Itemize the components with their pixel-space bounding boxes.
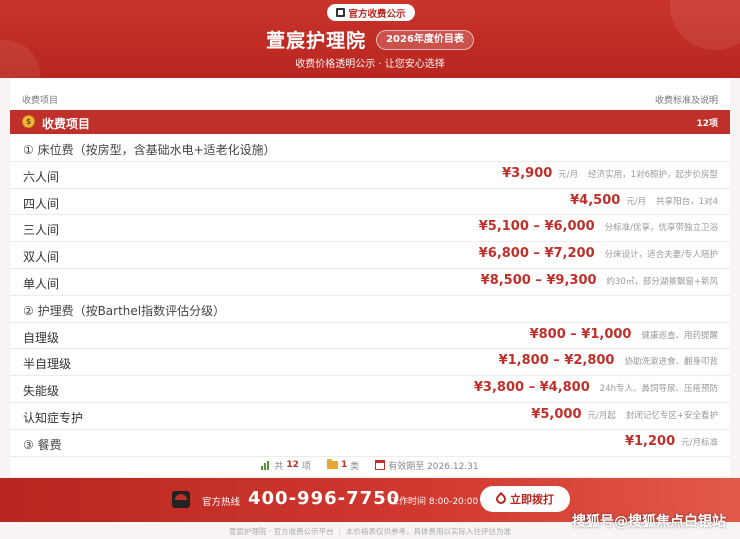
- row-pricing: ¥4,500 元/月 共享阳台，1对4: [570, 193, 718, 208]
- official-badge: 官方收费公示: [327, 4, 415, 21]
- row-price: ¥6,800 – ¥7,200: [478, 246, 595, 262]
- row-note: 协助洗漱进食、翻身叩背: [624, 357, 718, 368]
- row-price: ¥4,500: [570, 192, 621, 208]
- row-price: ¥8,500 – ¥9,300: [480, 272, 597, 288]
- price-table-card: 收费项目 收费标准及说明 $ 收费项目 12项 ① 床位费（按房型，含基础水电+…: [10, 78, 730, 476]
- column-header-item: 收费项目: [22, 96, 59, 106]
- summary-bar: 共 12 项 1 类 有效期至 2026.12.31: [10, 454, 730, 476]
- column-header: 收费项目 收费标准及说明: [10, 78, 730, 108]
- row-price: ¥800 – ¥1,000: [529, 326, 632, 342]
- row-name: 四人间: [23, 196, 60, 211]
- row-note: 共享阳台，1对4: [656, 196, 718, 207]
- section-count: 12项: [696, 119, 718, 129]
- row-price: ¥1,800 – ¥2,800: [498, 353, 615, 369]
- row-pricing: ¥1,200 元/月标准: [625, 434, 718, 449]
- watermark: 搜狐号@搜狐焦点白银站: [572, 514, 726, 530]
- page-header: 官方收费公示 萱宸护理院 2026年度价目表 收费价格透明公示 · 让您安心选择: [0, 0, 740, 78]
- row-price: ¥5,100 – ¥6,000: [478, 219, 595, 235]
- table-row: 半自理级 ¥1,800 – ¥2,800 协助洗漱进食、翻身叩背: [10, 349, 730, 377]
- summary-category: 1 类: [326, 459, 359, 472]
- row-pricing: ¥1,800 – ¥2,800 协助洗漱进食、翻身叩背: [499, 353, 718, 368]
- table-row: 单人间 ¥8,500 – ¥9,300 约30㎡，部分湖景飘窗+新风: [10, 269, 730, 296]
- official-badge-label: 官方收费公示: [348, 8, 406, 20]
- row-name: 认知症专护: [23, 410, 84, 425]
- row-name: 双人间: [23, 250, 60, 265]
- row-unit: 元/月: [626, 196, 647, 207]
- bar-chart-icon: [261, 460, 271, 470]
- row-price: ¥5,000: [531, 406, 582, 422]
- table-row: 双人间 ¥6,800 – ¥7,200 分床设计，适合夫妻/专人陪护: [10, 242, 730, 269]
- row-name: ② 护理费（按Barthel指数评估分级）: [23, 303, 226, 318]
- row-pricing: ¥6,800 – ¥7,200 分床设计，适合夫妻/专人陪护: [479, 246, 718, 261]
- row-pricing: ¥3,800 – ¥4,800 24h专人、鼻饲导尿、压疮预防: [474, 380, 718, 395]
- page-subtitle: 收费价格透明公示 · 让您安心选择: [295, 59, 445, 70]
- hotline-number[interactable]: 400-996-7750: [248, 488, 400, 509]
- category-row: ③ 餐费 ¥1,200 元/月标准: [10, 430, 730, 457]
- row-unit: 元/月起: [587, 410, 616, 421]
- table-row: 认知症专护 ¥5,000 元/月起 封闭记忆专区+安全看护: [10, 403, 730, 430]
- category-row: ① 床位费（按房型，含基础水电+适老化设施）: [10, 135, 730, 162]
- row-pricing: ¥8,500 – ¥9,300 约30㎡，部分湖景飘窗+新风: [481, 273, 718, 288]
- row-pricing: ¥3,900 元/月 经济实用，1对6照护，起步价房型: [502, 166, 718, 181]
- telephone-icon: [172, 491, 190, 508]
- folder-icon: [326, 459, 338, 469]
- money-bag-icon: $: [22, 115, 35, 128]
- section-label: 收费项目: [42, 117, 91, 131]
- category-row: ② 护理费（按Barthel指数评估分级）: [10, 296, 730, 323]
- table-row: 四人间 ¥4,500 元/月 共享阳台，1对4: [10, 189, 730, 216]
- column-header-standard: 收费标准及说明: [654, 96, 718, 106]
- section-bar: $ 收费项目 12项: [10, 110, 730, 134]
- row-name: ① 床位费（按房型，含基础水电+适老化设施）: [23, 143, 276, 157]
- row-note: 封闭记忆专区+安全看护: [625, 410, 718, 421]
- row-note: 分标准/优享，优享带独立卫浴: [604, 223, 718, 234]
- table-row: 三人间 ¥5,100 – ¥6,000 分标准/优享，优享带独立卫浴: [10, 215, 730, 243]
- row-pricing: ¥5,000 元/月起 封闭记忆专区+安全看护: [531, 407, 718, 422]
- row-price: ¥1,200: [624, 433, 676, 449]
- row-unit: 元/月标准: [681, 437, 718, 448]
- row-name: 三人间: [23, 223, 60, 238]
- summary-validity: 有效期至 2026.12.31: [375, 459, 479, 472]
- table-row: 失能级 ¥3,800 – ¥4,800 24h专人、鼻饲导尿、压疮预防: [10, 376, 730, 403]
- year-badge: 2026年度价目表: [376, 29, 474, 50]
- table-row: 自理级 ¥800 – ¥1,000 健康巡查、用药提醒: [10, 323, 730, 350]
- row-price: ¥3,800 – ¥4,800: [473, 380, 590, 396]
- row-pricing: ¥5,100 – ¥6,000 分标准/优享，优享带独立卫浴: [479, 219, 718, 234]
- row-price: ¥3,900: [502, 165, 553, 181]
- hotline-label: 官方热线: [202, 497, 241, 508]
- summary-total: 共 12 项: [261, 459, 311, 472]
- table-row: 六人间 ¥3,900 元/月 经济实用，1对6照护，起步价房型: [10, 162, 730, 189]
- row-name: 自理级: [23, 330, 60, 345]
- title-row: 萱宸护理院 2026年度价目表: [0, 26, 740, 53]
- row-name: 单人间: [23, 276, 60, 291]
- call-now-button[interactable]: 立即拨打: [480, 486, 570, 512]
- row-note: 约30㎡，部分湖景飘窗+新风: [606, 276, 718, 287]
- call-now-label: 立即拨打: [510, 493, 554, 506]
- page-title: 萱宸护理院: [266, 30, 367, 52]
- row-name: 六人间: [23, 169, 60, 184]
- row-note: 分床设计，适合夫妻/专人陪护: [604, 250, 718, 261]
- row-name: 半自理级: [23, 357, 72, 372]
- document-icon: [336, 8, 346, 17]
- row-name: ③ 餐费: [23, 437, 62, 452]
- row-name: 失能级: [23, 384, 60, 399]
- row-note: 经济实用，1对6照护，起步价房型: [588, 169, 718, 180]
- row-unit: 元/月: [558, 169, 579, 180]
- calendar-icon: [375, 460, 386, 470]
- phone-icon: [493, 491, 509, 507]
- row-pricing: ¥800 – ¥1,000 健康巡查、用药提醒: [530, 327, 718, 342]
- working-hours: 工作时间 8:00-20:00: [390, 497, 479, 507]
- price-rows: ① 床位费（按房型，含基础水电+适老化设施） 六人间 ¥3,900 元/月 经济实用，1…: [10, 135, 730, 457]
- row-note: 24h专人、鼻饲导尿、压疮预防: [599, 384, 718, 395]
- row-note: 健康巡查、用药提醒: [641, 330, 718, 341]
